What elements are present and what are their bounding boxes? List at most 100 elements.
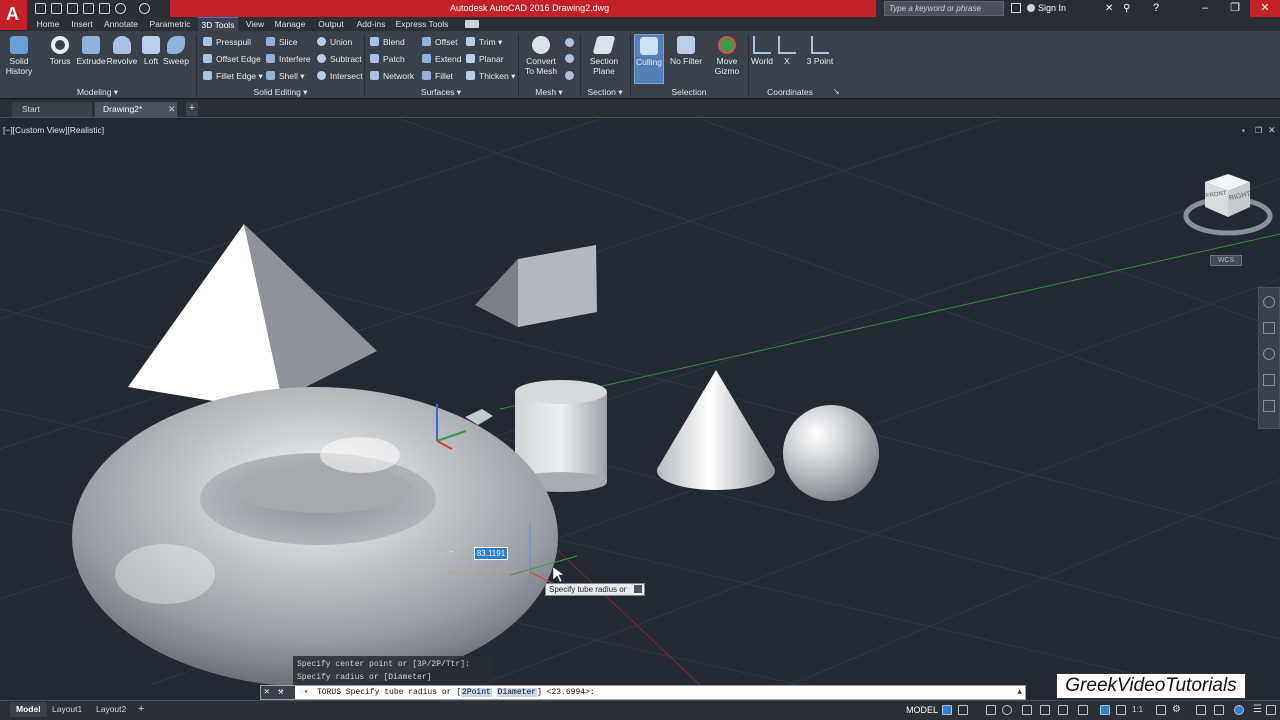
close-button[interactable]: ✕ (1250, 0, 1280, 17)
object-snap-tracking-icon[interactable] (1040, 705, 1050, 715)
viewport-controls-label[interactable]: [−][Custom View][Realistic] (3, 125, 104, 135)
ucs-3point-button[interactable]: 3 Point (803, 34, 837, 84)
smooth-less-icon[interactable] (565, 54, 574, 63)
wedge-solid[interactable] (475, 245, 597, 327)
clean-screen-icon[interactable] (1234, 705, 1244, 715)
ucs-x-button[interactable]: X (778, 34, 796, 84)
orbit-icon[interactable] (1263, 374, 1275, 386)
undo-icon[interactable] (115, 3, 126, 14)
panel-title-modeling[interactable]: Modeling ▾ (0, 87, 195, 98)
subtract-button[interactable]: Subtract (317, 54, 362, 68)
save-icon[interactable] (67, 3, 78, 14)
layout-tab-layout2[interactable]: Layout2 (90, 702, 132, 717)
new-tab-button[interactable]: + (186, 102, 198, 116)
restore-button[interactable]: ❐ (1220, 0, 1250, 17)
presspull-button[interactable]: Presspull (203, 37, 251, 51)
extrude-button[interactable]: Extrude (76, 34, 106, 84)
wcs-menu-button[interactable]: WCS (1210, 255, 1242, 266)
tab-parametric[interactable]: Parametric (146, 17, 194, 31)
help-icon[interactable]: ? (1153, 2, 1159, 14)
tab-home[interactable]: Home (33, 17, 63, 31)
sign-in-button[interactable]: Sign In (1038, 3, 1066, 13)
drawing-viewport[interactable] (0, 119, 1280, 685)
close-command-line-icon[interactable]: ✕ (264, 686, 269, 699)
refine-mesh-icon[interactable] (565, 71, 574, 80)
steering-wheel-icon[interactable] (1263, 296, 1275, 308)
trim-button[interactable]: Trim ▾ (466, 37, 502, 51)
tab-3d-tools[interactable]: 3D Tools (198, 17, 238, 31)
zoom-extents-icon[interactable] (1263, 348, 1275, 360)
torus-button[interactable]: Torus (46, 34, 74, 84)
command-line[interactable]: ✕ ⚒ ◌▾ TORUS Specify tube radius or [2Po… (260, 685, 1026, 700)
interfere-button[interactable]: Interfere (266, 54, 311, 68)
thicken-button[interactable]: Thicken ▾ (466, 71, 515, 85)
hardware-acceleration-icon[interactable] (1214, 705, 1224, 715)
customization-menu-icon[interactable]: ☰ (1253, 704, 1262, 715)
command-history-expand-icon[interactable]: ▲ (1017, 686, 1022, 699)
new-file-icon[interactable] (35, 3, 46, 14)
new-layout-button[interactable]: + (138, 703, 144, 715)
tab-add-ins[interactable]: Add-ins (353, 17, 389, 31)
redo-icon[interactable] (139, 3, 150, 14)
recent-commands-icon[interactable]: ◌▾ (299, 686, 309, 699)
open-file-icon[interactable] (51, 3, 62, 14)
fillet-button[interactable]: Fillet (422, 71, 453, 85)
tab-output[interactable]: Output (313, 17, 349, 31)
search-input[interactable]: Type a keyword or phrase (884, 1, 1004, 16)
application-menu-button[interactable]: A (0, 0, 28, 30)
plot-icon[interactable] (99, 3, 110, 14)
extend-button[interactable]: Extend (422, 54, 461, 68)
tab-manage[interactable]: Manage (272, 17, 308, 31)
panel-title-solid-editing[interactable]: Solid Editing ▾ (197, 87, 364, 98)
binoculars-icon[interactable] (1011, 3, 1021, 13)
minimize-button[interactable]: – (1190, 0, 1220, 17)
isodraft-icon[interactable] (1022, 705, 1032, 715)
shell-button[interactable]: Shell ▾ (266, 71, 305, 85)
ortho-icon[interactable] (986, 705, 996, 715)
culling-button[interactable]: Culling (634, 34, 664, 84)
convert-to-mesh-button[interactable]: Convert To Mesh (522, 34, 560, 84)
viewport-minimize-icon[interactable]: ▪ (1242, 126, 1245, 135)
auto-scale-icon[interactable] (1116, 705, 1126, 715)
ribbon-display-toggle-icon[interactable] (465, 20, 479, 28)
model-space-indicator[interactable]: MODEL (906, 705, 938, 715)
tab-view[interactable]: View (242, 17, 268, 31)
annotation-scale[interactable]: 1:1 (1132, 705, 1143, 714)
solid-history-button[interactable]: Solid History (4, 34, 34, 84)
revolve-button[interactable]: Revolve (106, 34, 138, 84)
showmotion-icon[interactable] (1263, 400, 1275, 412)
exchange-apps-icon[interactable]: ✕ (1105, 3, 1113, 14)
save-as-icon[interactable] (83, 3, 94, 14)
tab-annotate[interactable]: Annotate (101, 17, 141, 31)
sweep-button[interactable]: Sweep (162, 34, 190, 84)
tooltip-options-icon[interactable] (634, 585, 642, 593)
tab-express-tools[interactable]: Express Tools (394, 17, 450, 31)
stay-connected-icon[interactable]: ⚲ (1123, 3, 1130, 14)
cone-solid[interactable] (657, 370, 775, 490)
lineweight-icon[interactable] (1078, 705, 1088, 715)
gear-icon[interactable]: ⚙ (1172, 704, 1181, 715)
isolate-objects-icon[interactable] (1196, 705, 1206, 715)
pan-icon[interactable] (1263, 322, 1275, 334)
no-filter-button[interactable]: No Filter (668, 34, 704, 84)
keyword-2point[interactable]: 2Point (461, 688, 492, 697)
union-button[interactable]: Union (317, 37, 352, 51)
coordinates-dialog-launcher-icon[interactable]: ↘ (833, 87, 840, 96)
workspace-switching-icon[interactable] (1156, 705, 1166, 715)
tab-insert[interactable]: Insert (67, 17, 97, 31)
viewcube[interactable] (1183, 174, 1273, 236)
move-gizmo-button[interactable]: Move Gizmo (708, 34, 746, 84)
object-snap-icon[interactable] (1058, 705, 1068, 715)
dynamic-input-field[interactable]: 83.1191 (474, 547, 508, 560)
panel-title-surfaces[interactable]: Surfaces ▾ (365, 87, 517, 98)
keyword-diameter[interactable]: Diameter (496, 688, 538, 697)
fullscreen-icon[interactable] (1266, 705, 1276, 715)
patch-button[interactable]: Patch (370, 54, 405, 68)
close-tab-icon[interactable]: ✕ (168, 104, 176, 115)
navigation-bar[interactable] (1258, 287, 1280, 429)
slice-button[interactable]: Slice (266, 37, 297, 51)
file-tab-drawing2[interactable]: Drawing2* (95, 102, 177, 117)
planar-button[interactable]: Planar (466, 54, 504, 68)
grid-display-icon[interactable] (942, 705, 952, 715)
offset-button[interactable]: Offset (422, 37, 458, 51)
